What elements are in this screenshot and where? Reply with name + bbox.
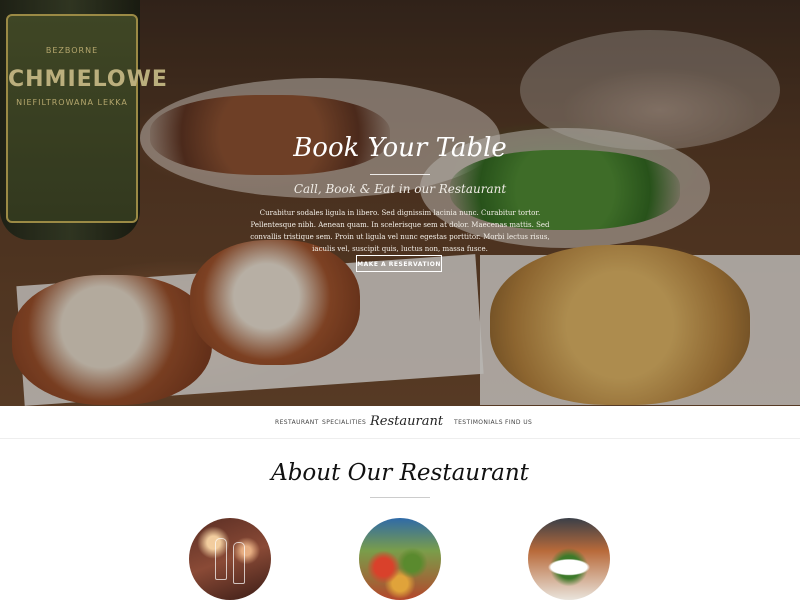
make-reservation-button[interactable]: MAKE A RESERVATION — [356, 255, 442, 272]
hero-divider — [370, 174, 430, 175]
wine-glass-shape — [233, 542, 245, 584]
about-divider — [370, 497, 430, 498]
hero-banner: BEZBORNE CHMIELOWE NIEFILTROWANA LEKKA B… — [0, 0, 800, 406]
nav-item-specialities[interactable]: SPECIALITIES — [322, 419, 366, 426]
about-image-wine-glasses — [189, 518, 271, 600]
hero-subtitle: Call, Book & Eat in our Restaurant — [293, 182, 507, 196]
hero-overlay — [0, 0, 800, 406]
nav-item-testimonials[interactable]: TESTIMONIALS — [454, 419, 503, 426]
about-image-market-produce — [359, 518, 441, 600]
hero-description: Curabitur sodales ligula in libero. Sed … — [250, 209, 550, 253]
about-image-food-platter — [528, 518, 610, 600]
hero-title: Book Your Table — [293, 133, 507, 163]
main-navigation: RESTAURANT SPECIALITIES Restaurant TESTI… — [0, 406, 800, 439]
site-logo[interactable]: Restaurant — [370, 414, 443, 429]
about-title: About Our Restaurant — [271, 460, 529, 486]
nav-item-find-us[interactable]: FIND US — [505, 419, 532, 426]
wine-glass-shape — [215, 538, 227, 580]
nav-item-restaurant[interactable]: RESTAURANT — [275, 419, 319, 426]
